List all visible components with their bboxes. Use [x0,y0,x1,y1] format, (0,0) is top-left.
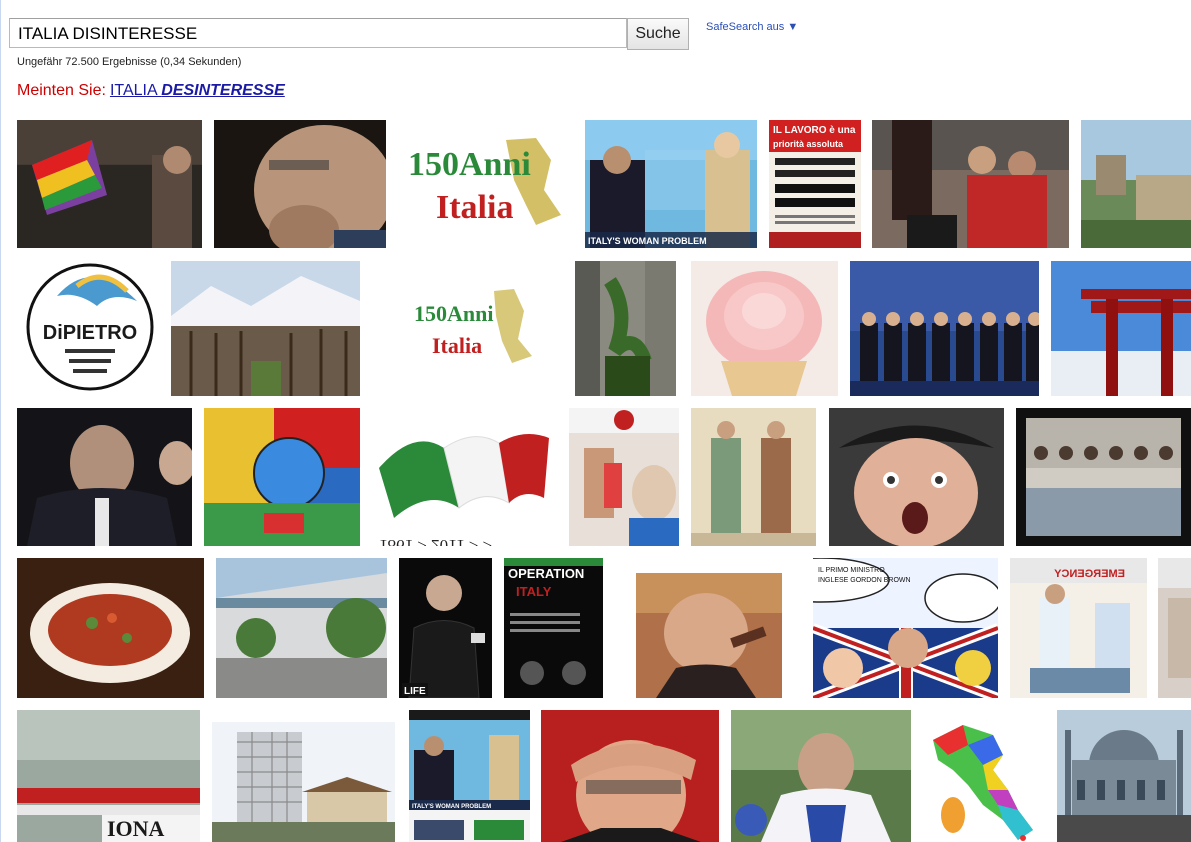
spelling-suggestion: Meinten Sie: ITALIA DESINTERESSE [17,82,285,100]
150-anni-italia-logo-thumbnail[interactable]: 150Anni Italia [386,120,583,248]
svg-text:priorità assoluta: priorità assoluta [773,139,844,149]
thumbnail-image [872,120,1069,248]
svg-text:OPERATION: OPERATION [508,566,584,581]
150-anni-italia-small-logo-thumbnail[interactable]: 150Anni Italia [384,261,550,396]
operation-italy-poster-thumbnail[interactable]: OPERATION ITALY [504,558,603,698]
colored-italy-map-thumbnail[interactable] [923,710,1045,842]
suggestion-term-regular: ITALIA [109,82,162,99]
svg-text:ITALY'S WOMAN PROBLEM: ITALY'S WOMAN PROBLEM [588,236,707,246]
svg-text:150Anni: 150Anni [414,301,493,326]
thumbnail-image [171,261,360,396]
thumbnail-image: IL PRIMO MINISTRO INGLESE GORDON BROWN [813,558,998,698]
elderly-man-thinking-thumbnail[interactable] [214,120,386,248]
svg-text:LIFE: LIFE [404,686,426,697]
alfa-romeo-building-thumbnail[interactable] [216,558,387,698]
thumbnail-image [1081,120,1191,248]
thumbnail-image [691,408,816,546]
pride-flag-photo-thumbnail[interactable] [17,120,202,248]
dipietro-logo-thumbnail[interactable]: DiPIETRO [17,261,164,396]
thumbnail-image: ITALY'S WOMAN PROBLEM [585,120,757,248]
svg-text:Italia: Italia [436,189,513,226]
coastal-ruins-thumbnail[interactable] [1081,120,1191,248]
svg-text:IL LAVORO è una: IL LAVORO è una [773,125,856,136]
il-lavoro-poster-thumbnail[interactable]: IL LAVORO è una priorità assoluta [769,120,861,248]
thumbnail-image [17,120,202,248]
press-photographers-thumbnail[interactable] [872,120,1069,248]
thumbnail-image: IL LAVORO è una priorità assoluta [769,120,861,248]
man-shielding-eyes-thumbnail[interactable] [541,710,719,842]
left-border [0,0,1,842]
thumbnail-image [212,722,395,842]
italian-flag-1861-2011-thumbnail[interactable]: 1861 > 2011 > > [374,408,553,546]
blue-mosque-thumbnail[interactable] [1057,710,1191,842]
thumbnail-image [541,710,719,842]
edge-cropped-thumbnail[interactable] [1158,558,1191,698]
colorful-painting-thumbnail[interactable] [204,408,360,546]
thumbnail-image [216,558,387,698]
thumbnail-image [17,408,192,546]
thumbnail-image: LIFE [399,558,492,698]
svg-text:IONA: IONA [107,816,165,841]
svg-text:Italia: Italia [432,333,482,358]
svg-text:ITALY: ITALY [516,584,552,599]
svg-text:IL PRIMO MINISTRO: IL PRIMO MINISTRO [818,567,885,574]
pasta-dish-thumbnail[interactable] [17,558,204,698]
italys-woman-problem-thumbnail[interactable]: ITALY'S WOMAN PROBLEM [585,120,757,248]
thumbnail-image [636,573,782,698]
emergency-room-thumbnail[interactable]: EMERGENCY [1010,558,1147,698]
safesearch-dropdown[interactable]: SafeSearch aus ▼ [706,21,798,33]
thumbnail-image [575,261,676,396]
suggestion-prefix: Meinten Sie: [17,82,106,99]
suggestion-term-bold: DESINTERESSE [161,82,285,99]
red-torii-gate-thumbnail[interactable] [1051,261,1191,396]
orchard-mountains-thumbnail[interactable] [171,261,360,396]
man-on-stage-thumbnail[interactable]: LIFE [399,558,492,698]
svg-text:EMERGENCY: EMERGENCY [1053,568,1125,580]
svg-text:150Anni: 150Anni [408,146,531,183]
svg-text:DiPIETRO: DiPIETRO [43,322,137,344]
thumbnail-image [17,558,204,698]
thumbnail-image [204,408,360,546]
thumbnail-image [569,408,679,546]
surprised-man-beret-thumbnail[interactable] [829,408,1004,546]
result-stats: Ungefähr 72.500 Ergebnisse (0,34 Sekunde… [17,56,242,68]
svg-text:1861 > 2011 > >: 1861 > 2011 > > [379,536,492,546]
thumbnail-image: OPERATION ITALY [504,558,603,698]
thumbnail-image [829,408,1004,546]
search-button[interactable]: Suche [627,18,689,50]
thumbnail-image: EMERGENCY [1010,558,1147,698]
thumbnail-image: 1861 > 2011 > > [374,408,553,546]
thumbnail-image [1016,408,1191,546]
fencer-athlete-thumbnail[interactable] [731,710,911,842]
thumbnail-image: DiPIETRO [17,261,164,396]
svg-text:INGLESE GORDON BROWN: INGLESE GORDON BROWN [818,577,911,584]
thumbnail-image [214,120,386,248]
news-page-screenshot-thumbnail[interactable]: ITALY'S WOMAN PROBLEM [409,710,530,842]
medieval-figures-thumbnail[interactable] [691,408,816,546]
svg-text:ITALY'S WOMAN PROBLEM: ITALY'S WOMAN PROBLEM [412,804,491,810]
thumbnail-image [1057,710,1191,842]
caricature-judge-thumbnail[interactable] [636,573,782,698]
plant-wall-thumbnail[interactable] [575,261,676,396]
thumbnail-image [850,261,1039,396]
thumbnail-image [731,710,911,842]
thumbnail-image: 150Anni Italia [386,120,583,248]
scaffolded-building-thumbnail[interactable] [212,722,395,842]
search-input[interactable] [9,18,627,48]
comic-strip-thumbnail[interactable]: IL PRIMO MINISTRO INGLESE GORDON BROWN [813,558,998,698]
thumbnail-image: ITALY'S WOMAN PROBLEM [409,710,530,842]
migrants-boat-thumbnail[interactable] [1016,408,1191,546]
politician-crowd-thumbnail[interactable] [17,408,192,546]
thumbnail-image [1158,558,1191,698]
vaccine-vial-thumbnail[interactable] [569,408,679,546]
pink-cupcake-thumbnail[interactable] [691,261,838,396]
group-of-leaders-thumbnail[interactable] [850,261,1039,396]
stadium-crowd-thumbnail[interactable]: IONA [17,710,200,842]
thumbnail-image [923,710,1045,842]
thumbnail-image: 150Anni Italia [384,261,550,396]
thumbnail-image [1051,261,1191,396]
suggestion-link[interactable]: ITALIA DESINTERESSE [110,82,285,99]
thumbnail-image [691,261,838,396]
thumbnail-image: IONA [17,710,200,842]
